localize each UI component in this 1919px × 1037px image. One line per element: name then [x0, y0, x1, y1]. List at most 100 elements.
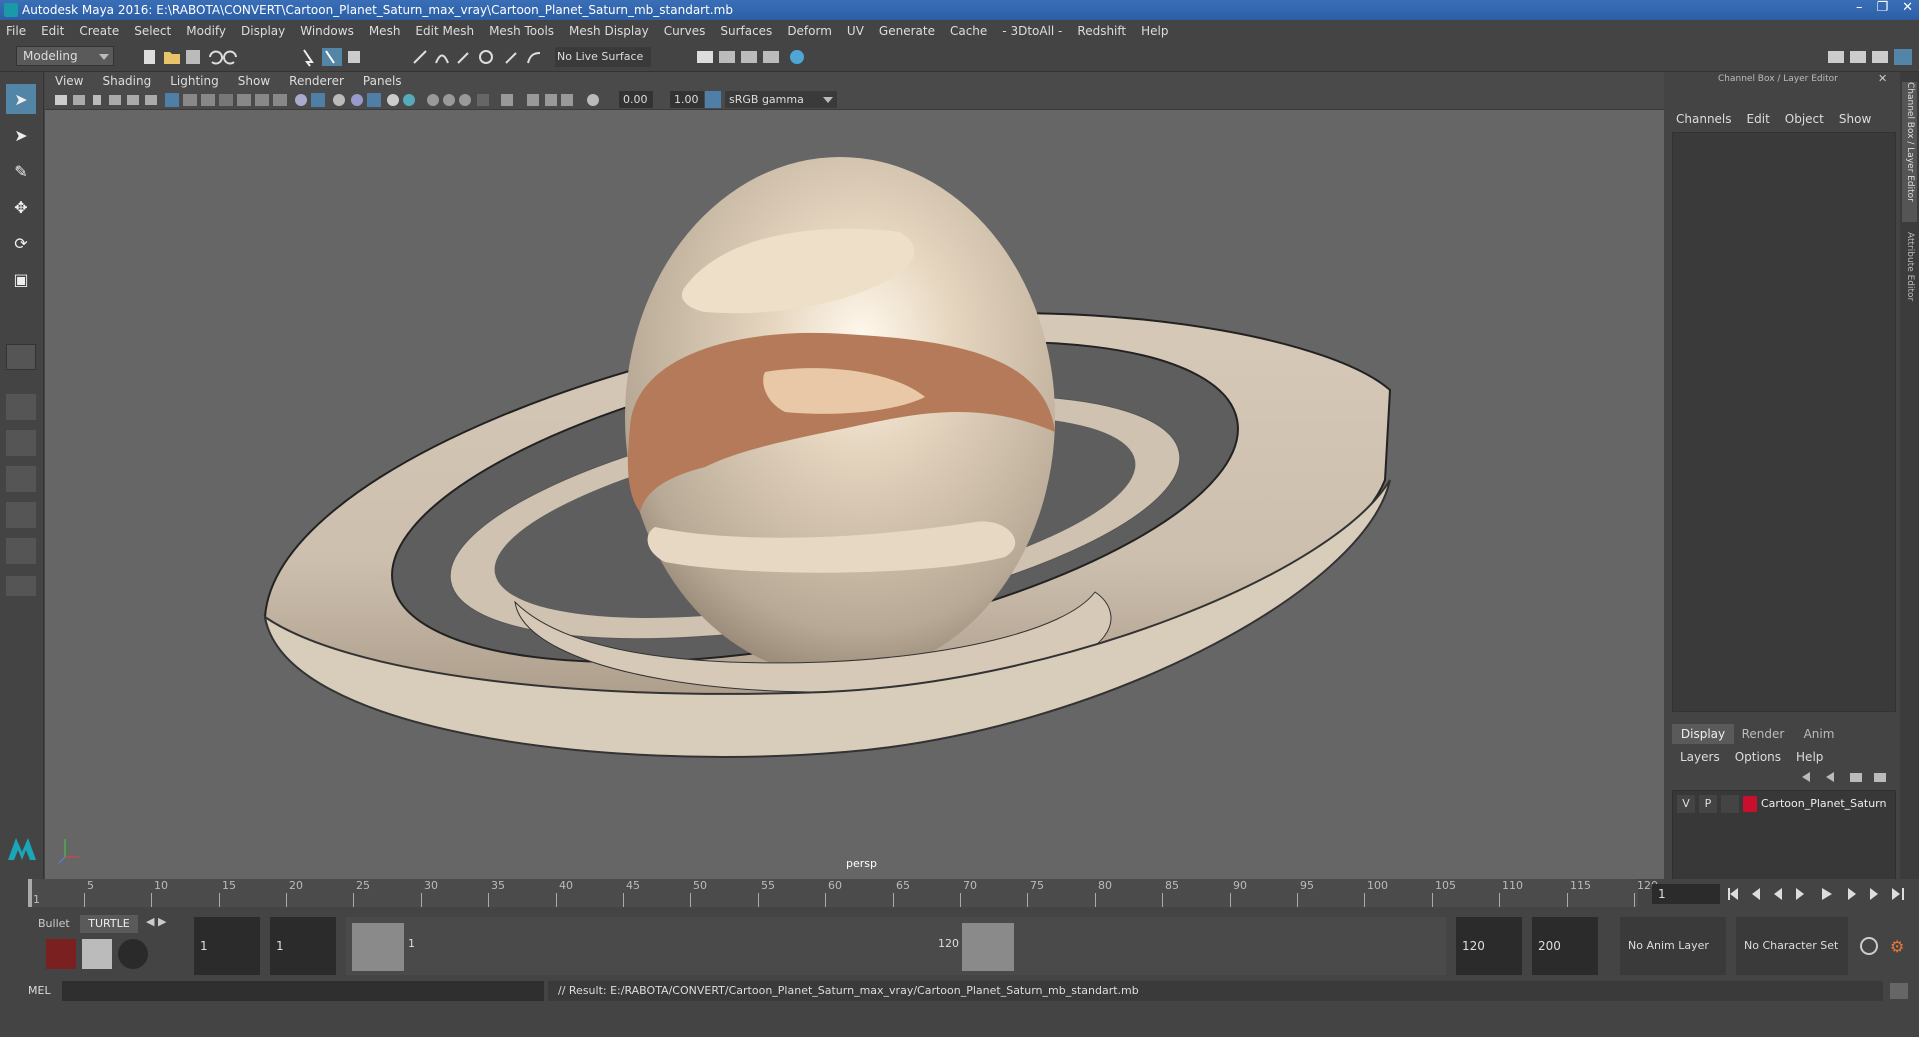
gamma-field[interactable]: 1.00 — [670, 91, 704, 108]
script-editor-icon[interactable] — [1890, 983, 1908, 999]
channel-object-menu[interactable]: Object — [1785, 112, 1824, 126]
menu-display[interactable]: Display — [241, 24, 285, 38]
layer-playback-toggle[interactable]: P — [1699, 795, 1717, 813]
tab-anim[interactable]: Anim — [1792, 724, 1846, 744]
menu-create[interactable]: Create — [79, 24, 119, 38]
shelf-tab-bullet[interactable]: Bullet — [38, 915, 78, 933]
menu-uv[interactable]: UV — [847, 24, 864, 38]
range-end-handle[interactable] — [962, 923, 1014, 971]
minimize-icon[interactable]: – — [1856, 0, 1863, 20]
channel-list[interactable] — [1672, 132, 1896, 712]
playback-controls[interactable] — [1726, 885, 1916, 903]
command-language-label[interactable]: MEL — [6, 981, 60, 1001]
menu-curves[interactable]: Curves — [664, 24, 706, 38]
live-surface-field[interactable]: No Live Surface — [555, 47, 651, 67]
turtle-settings-icon[interactable] — [82, 939, 112, 969]
layout-persp-outliner-icon[interactable] — [6, 466, 36, 492]
select-tool-icon[interactable]: ➤ — [6, 84, 36, 114]
layout-graph-icon[interactable] — [6, 502, 36, 528]
tab-attribute-editor[interactable]: Attribute Editor — [1902, 232, 1917, 332]
saturn-model[interactable] — [45, 72, 1664, 879]
menu-modify[interactable]: Modify — [186, 24, 226, 38]
viewport-tool-icons[interactable] — [53, 91, 713, 109]
menu-surfaces[interactable]: Surfaces — [720, 24, 772, 38]
turtle-bake-icon[interactable] — [118, 939, 148, 969]
tab-display[interactable]: Display — [1672, 724, 1734, 744]
menu-3dtoall[interactable]: - 3DtoAll - — [1002, 24, 1062, 38]
layer-tool-icons[interactable] — [1798, 770, 1898, 784]
menu-select[interactable]: Select — [134, 24, 171, 38]
start-frame-field[interactable]: 1 — [194, 917, 260, 975]
close-icon[interactable]: ✕ — [1902, 0, 1913, 20]
paint-select-icon[interactable]: ✎ — [6, 156, 36, 186]
scale-tool-icon[interactable]: ▣ — [6, 264, 36, 294]
time-tick-label: 25 — [356, 879, 370, 892]
layer-visibility-toggle[interactable]: V — [1677, 795, 1695, 813]
layer-color-swatch[interactable] — [1743, 796, 1757, 812]
layout-two-icon[interactable] — [6, 430, 36, 456]
current-frame-field[interactable]: 1 — [1652, 884, 1720, 904]
layer-row[interactable]: V P Cartoon_Planet_Saturn — [1675, 795, 1895, 813]
turtle-render-icon[interactable] — [46, 939, 76, 969]
animation-prefs-icon[interactable]: ⚙ — [1890, 937, 1908, 956]
menu-file[interactable]: File — [6, 24, 26, 38]
viewport-menu-renderer[interactable]: Renderer — [289, 74, 344, 88]
color-management-icon[interactable] — [705, 91, 721, 108]
character-set-dropdown[interactable]: No Character Set — [1736, 917, 1848, 975]
lasso-tool-icon[interactable]: ➤ — [6, 120, 36, 150]
menu-redshift[interactable]: Redshift — [1077, 24, 1126, 38]
playback-end-field[interactable]: 120 — [1456, 917, 1522, 975]
menu-edit-mesh[interactable]: Edit Mesh — [415, 24, 474, 38]
tab-channel-box[interactable]: Channel Box / Layer Editor — [1902, 82, 1917, 222]
menu-generate[interactable]: Generate — [879, 24, 935, 38]
mode-dropdown[interactable]: Modeling — [16, 46, 114, 66]
time-slider[interactable]: 1 5 10 15 20 25 30 35 40 45 50 55 60 65 70 75 80 85 90 95 10… — [0, 879, 1919, 913]
file-tools-icons[interactable] — [140, 47, 390, 67]
viewport-menu-view[interactable]: View — [55, 74, 83, 88]
layer-type-toggle[interactable] — [1721, 795, 1739, 813]
channel-show-menu[interactable]: Show — [1839, 112, 1871, 126]
shelf-tab-scroll-icon[interactable]: ◀ ▶ — [146, 915, 166, 928]
range-slider[interactable]: 1 120 — [346, 917, 1446, 975]
viewport-menu-show[interactable]: Show — [238, 74, 270, 88]
menu-help[interactable]: Help — [1141, 24, 1168, 38]
workspace-icons[interactable] — [1820, 47, 1916, 67]
channel-edit-menu[interactable]: Edit — [1747, 112, 1770, 126]
range-start-handle[interactable] — [352, 923, 404, 971]
menu-mesh[interactable]: Mesh — [369, 24, 401, 38]
viewport-menu-shading[interactable]: Shading — [102, 74, 151, 88]
channels-menu[interactable]: Channels — [1676, 112, 1732, 126]
menu-edit[interactable]: Edit — [41, 24, 64, 38]
layout-four-icon[interactable] — [6, 394, 36, 420]
options-menu[interactable]: Options — [1735, 750, 1781, 764]
move-tool-icon[interactable]: ✥ — [6, 192, 36, 222]
snap-icons[interactable] — [410, 47, 550, 67]
color-space-dropdown[interactable]: sRGB gamma — [725, 91, 837, 108]
shelf-tab-turtle[interactable]: TURTLE — [80, 915, 138, 933]
panel-close-icon[interactable]: ✕ — [1878, 72, 1887, 85]
anim-layer-dropdown[interactable]: No Anim Layer — [1620, 917, 1726, 975]
playback-start-field[interactable]: 1 — [270, 917, 336, 975]
menu-deform[interactable]: Deform — [787, 24, 832, 38]
auto-key-icon[interactable] — [1860, 937, 1878, 955]
tab-render[interactable]: Render — [1734, 724, 1792, 744]
show-manipulator-icon[interactable] — [6, 344, 36, 370]
end-frame-field[interactable]: 200 — [1532, 917, 1598, 975]
viewport-menu-lighting[interactable]: Lighting — [170, 74, 219, 88]
restore-icon[interactable]: ❐ — [1876, 0, 1888, 20]
render-icons[interactable] — [695, 47, 815, 67]
exposure-field[interactable]: 0.00 — [619, 91, 653, 108]
layers-menu[interactable]: Layers — [1680, 750, 1720, 764]
menu-mesh-tools[interactable]: Mesh Tools — [489, 24, 554, 38]
time-ruler[interactable]: 1 5 10 15 20 25 30 35 40 45 50 55 60 65 70 75 80 85 90 95 10… — [28, 879, 1658, 907]
menu-mesh-display[interactable]: Mesh Display — [569, 24, 649, 38]
command-input[interactable] — [62, 981, 544, 1001]
viewport-panel[interactable]: persp — [45, 72, 1664, 879]
expand-layouts-icon[interactable] — [6, 576, 36, 596]
menu-cache[interactable]: Cache — [950, 24, 987, 38]
viewport-menu-panels[interactable]: Panels — [363, 74, 402, 88]
layout-hypershade-icon[interactable] — [6, 538, 36, 564]
menu-windows[interactable]: Windows — [300, 24, 354, 38]
layer-help-menu[interactable]: Help — [1796, 750, 1823, 764]
rotate-tool-icon[interactable]: ⟳ — [6, 228, 36, 258]
